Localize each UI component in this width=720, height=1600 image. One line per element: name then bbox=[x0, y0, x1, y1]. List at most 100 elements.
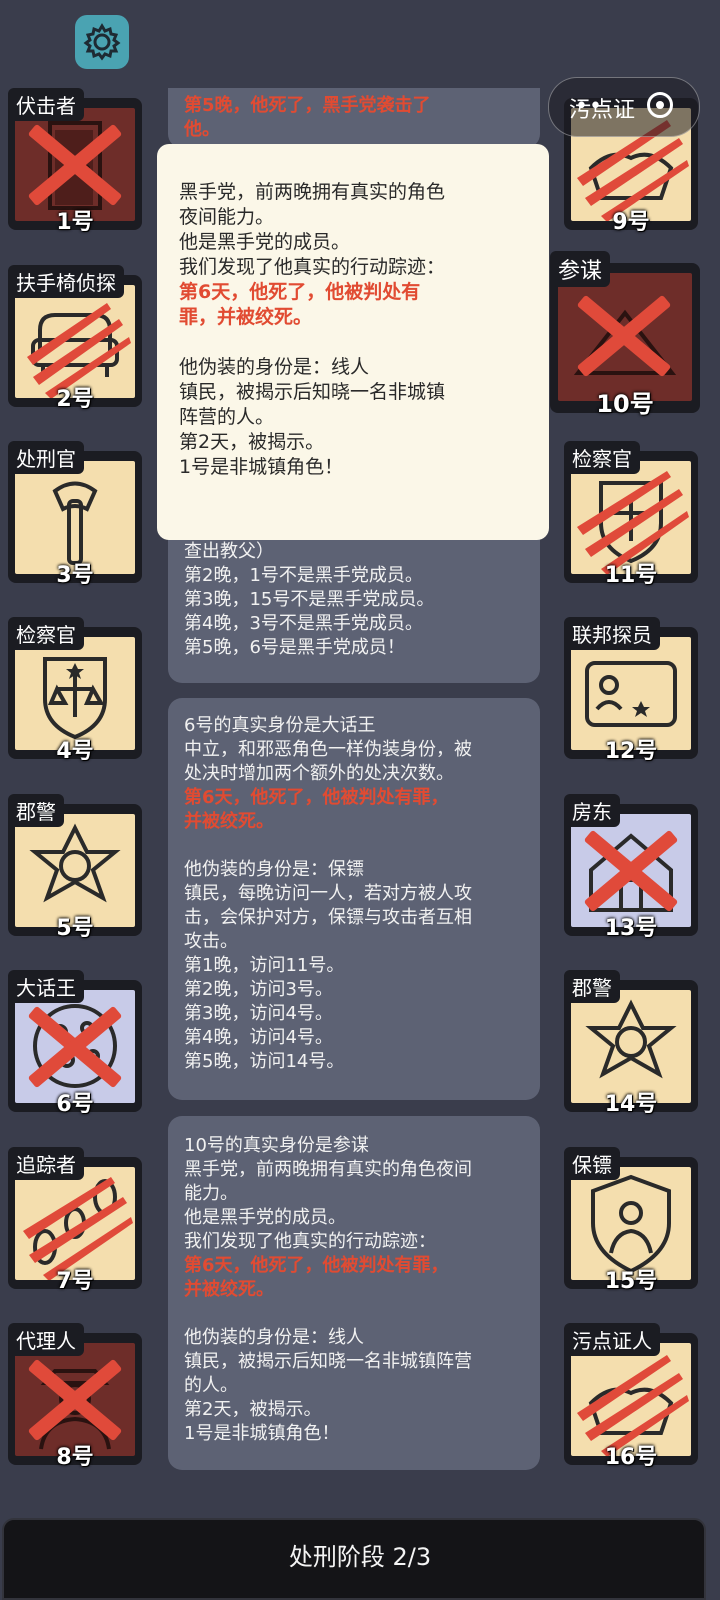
player-card-11[interactable]: 检察官 11号 bbox=[564, 441, 698, 588]
player-number: 13号 bbox=[604, 916, 658, 941]
player-card-3[interactable]: 处刑官 3号 bbox=[8, 441, 142, 588]
popup-line: 阵营的人。 bbox=[179, 406, 275, 428]
popup-line-highlight: 罪，并被绞死。 bbox=[179, 306, 313, 328]
player-card-15[interactable]: 保镖 15号 bbox=[564, 1147, 698, 1294]
role-label: 大话王 bbox=[8, 970, 84, 1003]
log-line: 他伪装的身份是：线人 bbox=[184, 1327, 364, 1348]
log-line: 第4晚，3号不是黑手党成员。 bbox=[184, 613, 423, 634]
role-label: 处刑官 bbox=[8, 441, 84, 474]
popup-line: 镇民，被揭示后知晓一名非城镇 bbox=[179, 381, 446, 403]
settings-button[interactable] bbox=[75, 15, 129, 69]
role-label: 检察官 bbox=[564, 441, 640, 474]
log-line-highlight: 第6天，他死了，他被判处有罪， bbox=[184, 787, 449, 808]
popup-line: 夜间能力。 bbox=[179, 206, 275, 228]
player-number: 6号 bbox=[56, 1092, 94, 1117]
log-line: 第3晚，访问4号。 bbox=[184, 1003, 333, 1024]
player-card-10[interactable]: 参谋 10号 bbox=[550, 251, 700, 418]
player-number: 2号 bbox=[56, 387, 94, 412]
player-card-7[interactable]: 追踪者 7号 bbox=[8, 1147, 142, 1294]
popup-line: 我们发现了他真实的行动踪迹： bbox=[179, 256, 446, 278]
more-dots-icon[interactable]: •• bbox=[575, 96, 603, 118]
log-line: 查出教父） bbox=[184, 541, 274, 562]
log-line: 的人。 bbox=[184, 1375, 238, 1396]
role-label: 伏击者 bbox=[8, 88, 84, 121]
popup-line-highlight: 第6天，他死了，他被判处有 bbox=[179, 281, 421, 303]
log-line: 处决时增加两个额外的处决次数。 bbox=[184, 763, 454, 784]
role-label: 检察官 bbox=[8, 617, 84, 650]
popup-line: 第2天，被揭示。 bbox=[179, 431, 325, 453]
player-card-2[interactable]: 扶手椅侦探 2号 bbox=[8, 265, 142, 412]
player-card-6[interactable]: 大话王 6号 bbox=[8, 970, 142, 1117]
phase-label: 处刑阶段 2/3 bbox=[288, 1543, 432, 1571]
role-label: 联邦探员 bbox=[564, 617, 660, 650]
popup-line: 他伪装的身份是：线人 bbox=[179, 356, 370, 378]
player-number: 14号 bbox=[604, 1092, 658, 1117]
eliminated-x-mark bbox=[572, 287, 676, 384]
log-line: 他。 bbox=[184, 119, 220, 140]
log-line: 第2晚，1号不是黑手党成员。 bbox=[184, 565, 423, 586]
log-panel-player-10: 10号的真实身份是参谋 黑手党，前两晚拥有真实的角色夜间 能力。 他是黑手党的成… bbox=[168, 1116, 540, 1470]
player-card-16[interactable]: 污点证人 16号 bbox=[564, 1323, 698, 1470]
player-card-5[interactable]: 郡警 5号 bbox=[8, 794, 142, 941]
log-line: 第2天，被揭示。 bbox=[184, 1399, 322, 1420]
player-number: 10号 bbox=[596, 390, 654, 418]
role-label: 郡警 bbox=[564, 970, 620, 1003]
player-card-12[interactable]: 联邦探员 12号 bbox=[564, 617, 698, 764]
player-number: 4号 bbox=[56, 739, 94, 764]
player-number: 12号 bbox=[604, 739, 658, 764]
role-label: 污点证人 bbox=[564, 1323, 660, 1356]
phase-bar: 处刑阶段 2/3 bbox=[0, 1515, 720, 1600]
player-card-8[interactable]: 代理人 8号 bbox=[8, 1323, 142, 1470]
player-number: 16号 bbox=[604, 1445, 658, 1470]
log-line: 中立，和邪恶角色一样伪装身份，被 bbox=[184, 739, 472, 760]
player-card-13[interactable]: 房东 13号 bbox=[564, 794, 698, 941]
log-line: 第5晚，6号是黑手党成员！ bbox=[184, 637, 405, 658]
log-line: 击，会保护对方，保镖与攻击者互相 bbox=[184, 907, 472, 928]
player-number: 1号 bbox=[56, 210, 94, 235]
role-detail-popup[interactable]: 黑手党，前两晚拥有真实的角色 夜间能力。 他是黑手党的成员。 我们发现了他真实的… bbox=[157, 144, 549, 540]
player-number: 8号 bbox=[56, 1445, 94, 1470]
popup-line: 黑手党，前两晚拥有真实的角色 bbox=[179, 181, 446, 203]
log-line: 我们发现了他真实的行动踪迹： bbox=[184, 1231, 436, 1252]
player-number: 11号 bbox=[604, 563, 658, 588]
gear-icon bbox=[83, 23, 121, 61]
log-line: 能力。 bbox=[184, 1183, 238, 1204]
eliminated-x-mark bbox=[579, 822, 683, 919]
role-label: 扶手椅侦探 bbox=[8, 265, 124, 298]
eliminated-x-mark bbox=[23, 116, 127, 213]
target-icon[interactable] bbox=[647, 92, 673, 118]
player-number: 15号 bbox=[604, 1269, 658, 1294]
log-line: 攻击。 bbox=[184, 931, 238, 952]
role-label: 追踪者 bbox=[8, 1147, 84, 1180]
role-label: 房东 bbox=[564, 794, 620, 827]
log-line: 第5晚，他死了，黑手党袭击了 bbox=[184, 95, 431, 116]
log-line: 第5晚，访问14号。 bbox=[184, 1051, 345, 1072]
player-card-4[interactable]: 检察官 4号 bbox=[8, 617, 142, 764]
player-number: 5号 bbox=[56, 916, 94, 941]
player-number: 7号 bbox=[56, 1269, 94, 1294]
role-label: 参谋 bbox=[550, 251, 611, 287]
log-line-highlight: 并被绞死。 bbox=[184, 1279, 274, 1300]
eliminated-x-mark bbox=[23, 1351, 127, 1448]
log-line: 镇民，每晚访问一人，若对方被人攻 bbox=[184, 883, 472, 904]
log-line: 第1晚，访问11号。 bbox=[184, 955, 345, 976]
player-card-1[interactable]: 伏击者 1号 bbox=[8, 88, 142, 235]
popup-line: 他是黑手党的成员。 bbox=[179, 231, 351, 253]
player-number: 3号 bbox=[56, 563, 94, 588]
log-line: 10号的真实身份是参谋 bbox=[184, 1135, 369, 1156]
role-label: 保镖 bbox=[564, 1147, 620, 1180]
eliminated-x-mark bbox=[23, 998, 127, 1095]
log-line-highlight: 第6天，他死了，他被判处有罪， bbox=[184, 1255, 449, 1276]
log-line-highlight: 并被绞死。 bbox=[184, 811, 274, 832]
popup-line: 1号是非城镇角色！ bbox=[179, 456, 344, 478]
log-line: 第3晚，15号不是黑手党成员。 bbox=[184, 589, 435, 610]
log-line: 黑手党，前两晚拥有真实的角色夜间 bbox=[184, 1159, 472, 1180]
log-line: 他是黑手党的成员。 bbox=[184, 1207, 346, 1228]
log-line: 第2晚，访问3号。 bbox=[184, 979, 333, 1000]
role-label: 郡警 bbox=[8, 794, 64, 827]
log-line: 他伪装的身份是：保镖 bbox=[184, 859, 364, 880]
log-panel-top: 第5晚，他死了，黑手党袭击了 他。 bbox=[168, 88, 540, 148]
player-card-14[interactable]: 郡警 14号 bbox=[564, 970, 698, 1117]
log-line: 第4晚，访问4号。 bbox=[184, 1027, 333, 1048]
mini-program-capsule[interactable]: 污点证 •• bbox=[548, 77, 700, 137]
